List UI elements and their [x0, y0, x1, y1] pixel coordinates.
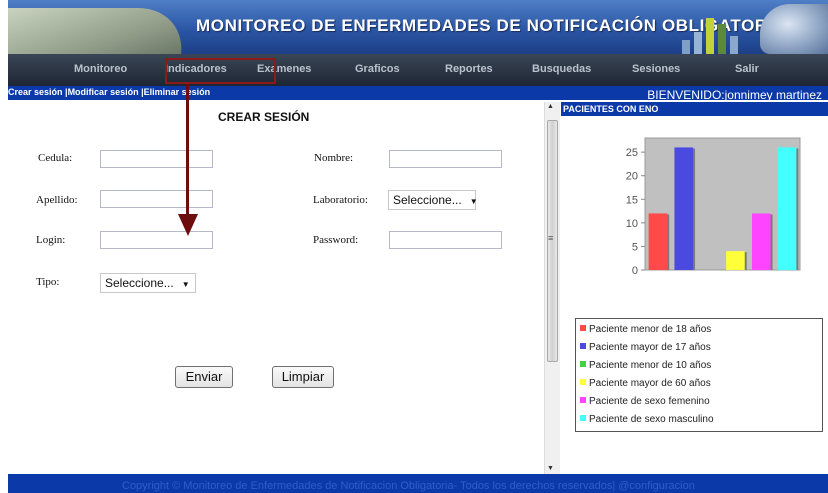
nav-item-busquedas[interactable]: Busquedas	[532, 63, 591, 75]
footer-copyright: Copyright © Monitoreo de Enfermedades de…	[122, 480, 695, 492]
banner-bars-graphic	[680, 10, 750, 54]
legend-label: Paciente de sexo masculino	[589, 414, 714, 425]
tipo-selected-value: Seleccione...	[105, 276, 174, 290]
tipo-label: Tipo:	[36, 276, 60, 288]
legend-item: Paciente menor de 18 años	[580, 324, 711, 335]
legend-item: Paciente menor de 10 años	[580, 360, 711, 371]
nav-item-monitoreo[interactable]: Monitoreo	[74, 63, 127, 75]
legend-swatch	[580, 397, 586, 403]
crear-sesion-form: CREAR SESIÓN Cedula: Nombre: Apellido: L…	[8, 100, 544, 474]
chevron-down-icon: ▼	[469, 197, 478, 206]
form-title: CREAR SESIÓN	[218, 110, 310, 124]
bar	[674, 147, 694, 270]
y-axis-tick-label: 15	[626, 194, 638, 206]
nav-item-graficos[interactable]: Graficos	[355, 63, 400, 75]
form-scrollbar[interactable]: ▲ ≡ ▼	[544, 102, 560, 474]
highlight-box-annotation	[165, 58, 276, 84]
nav-item-reportes[interactable]: Reportes	[445, 63, 493, 75]
welcome-user[interactable]: BIENVENIDO:jonnimey martinez	[647, 88, 822, 102]
arrow-annotation-line	[186, 84, 189, 218]
nav-item-salir[interactable]: Salir	[735, 63, 759, 75]
link-crear-sesion[interactable]: Crear sesión	[8, 87, 63, 97]
tipo-select[interactable]: Seleccione... ▼	[100, 273, 196, 293]
limpiar-button[interactable]: Limpiar	[272, 366, 334, 388]
chart-legend: Paciente menor de 18 años Paciente mayor …	[575, 318, 823, 432]
legend-swatch	[580, 325, 586, 331]
laboratorio-label: Laboratorio:	[313, 194, 368, 206]
banner-lens-graphic	[760, 4, 828, 54]
y-axis-tick-label: 10	[626, 218, 638, 230]
scroll-down-icon[interactable]: ▼	[547, 465, 554, 472]
y-axis-tick-label: 0	[632, 265, 638, 274]
chevron-down-icon: ▼	[181, 280, 190, 289]
bar	[777, 147, 797, 270]
login-label: Login:	[36, 234, 66, 246]
bar	[648, 213, 668, 270]
bar	[726, 251, 745, 270]
banner-swoosh-graphic	[8, 8, 198, 54]
pacientes-bar-chart: 0 5 10 15 20 25	[626, 137, 801, 274]
nav-item-sesiones[interactable]: Sesiones	[632, 63, 680, 75]
y-axis-tick-label: 5	[632, 241, 638, 253]
password-input[interactable]	[389, 231, 502, 249]
legend-label: Paciente mayor de 17 años	[589, 342, 711, 353]
legend-swatch	[580, 415, 586, 421]
legend-item: Paciente de sexo masculino	[580, 414, 714, 425]
session-links: Crear sesión |Modificar sesión |Eliminar…	[8, 87, 210, 97]
nombre-input[interactable]	[389, 150, 502, 168]
header-banner: MONITOREO DE ENFERMEDADES DE NOTIFICACIÓ…	[8, 0, 828, 54]
legend-label: Paciente de sexo femenino	[589, 396, 710, 407]
password-label: Password:	[313, 234, 359, 246]
y-axis-tick-label: 20	[626, 171, 638, 183]
laboratorio-select[interactable]: Seleccione... ▼	[388, 190, 478, 210]
scroll-up-icon[interactable]: ▲	[547, 103, 554, 110]
subnav-bar: Crear sesión |Modificar sesión |Eliminar…	[8, 86, 828, 102]
link-eliminar-sesion[interactable]: Eliminar sesión	[144, 87, 211, 97]
footer: Copyright © Monitoreo de Enfermedades de…	[8, 474, 828, 493]
legend-label: Paciente menor de 18 años	[589, 324, 712, 335]
apellido-input[interactable]	[100, 190, 213, 208]
cedula-label: Cedula:	[38, 152, 73, 164]
legend-item: Paciente mayor de 17 años	[580, 342, 711, 353]
laboratorio-selected-value: Seleccione...	[393, 193, 462, 207]
cedula-input[interactable]	[100, 150, 213, 168]
panel-title: PACIENTES CON ENO	[561, 102, 828, 116]
apellido-label: Apellido:	[36, 194, 78, 206]
legend-item: Paciente de sexo femenino	[580, 396, 710, 407]
legend-label: Paciente mayor de 60 años	[589, 378, 711, 389]
bar	[751, 213, 771, 270]
y-axis-tick-label: 25	[626, 147, 638, 159]
grip-icon: ≡	[548, 233, 554, 243]
legend-swatch	[580, 343, 586, 349]
nombre-label: Nombre:	[314, 152, 354, 164]
legend-swatch	[580, 379, 586, 385]
legend-item: Paciente mayor de 60 años	[580, 378, 711, 389]
enviar-button[interactable]: Enviar	[175, 366, 233, 388]
legend-label: Paciente menor de 10 años	[589, 360, 712, 371]
arrow-down-icon	[178, 214, 198, 236]
legend-swatch	[580, 361, 586, 367]
link-modificar-sesion[interactable]: Modificar sesión	[68, 87, 139, 97]
main-nav: Monitoreo Indicadores Examenes Graficos …	[8, 54, 828, 86]
